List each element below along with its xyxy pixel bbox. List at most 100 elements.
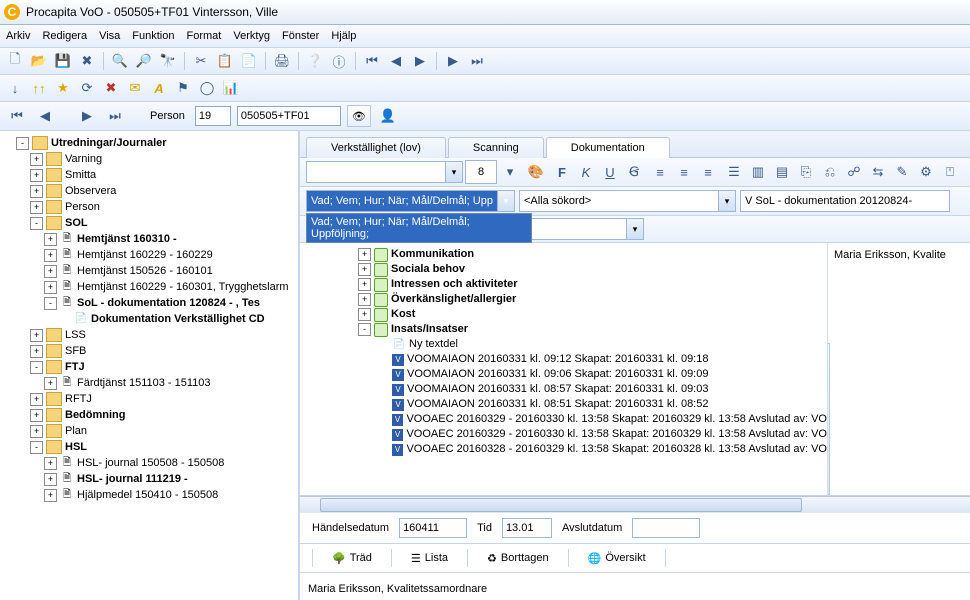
person-id-input[interactable] bbox=[237, 106, 341, 126]
expand-toggle[interactable]: + bbox=[30, 153, 43, 166]
play-icon[interactable]: ▶ bbox=[442, 50, 464, 72]
align-left-icon[interactable]: ≡ bbox=[649, 161, 671, 183]
tree-item-label[interactable]: HSL bbox=[65, 439, 87, 455]
new-icon[interactable]: 🗋 bbox=[4, 50, 26, 72]
info-icon[interactable]: ⓘ bbox=[328, 50, 350, 72]
doc-tree-label[interactable]: VOOMAIAON 20160331 kl. 08:51 Skapat: 201… bbox=[407, 397, 708, 412]
tree-item-label[interactable]: Person bbox=[65, 199, 100, 215]
expand-toggle[interactable]: + bbox=[44, 249, 57, 262]
doc-tree-label[interactable]: Sociala behov bbox=[391, 262, 465, 277]
nav-last-icon[interactable]: ⏭ bbox=[104, 105, 126, 127]
tool-a-icon[interactable]: ▥ bbox=[747, 161, 769, 183]
expand-toggle[interactable]: + bbox=[30, 393, 43, 406]
search-icon[interactable]: 🔍 bbox=[109, 50, 131, 72]
find-icon[interactable]: 🔎 bbox=[133, 50, 155, 72]
tool-i-icon[interactable]: ⍞ bbox=[939, 161, 961, 183]
menu-visa[interactable]: Visa bbox=[99, 30, 120, 42]
doc-tree-label[interactable]: Intressen och aktiviteter bbox=[391, 277, 518, 292]
vsol-combo[interactable]: V SoL - dokumentation 20120824- bbox=[740, 190, 950, 212]
tool-h-icon[interactable]: ⚙ bbox=[915, 161, 937, 183]
expand-toggle[interactable]: + bbox=[30, 185, 43, 198]
tool-b-icon[interactable]: ▤ bbox=[771, 161, 793, 183]
handelse-input[interactable] bbox=[399, 518, 467, 538]
tree-item-label[interactable]: Smitta bbox=[65, 167, 96, 183]
nav-prev-icon[interactable]: ◀ bbox=[34, 105, 56, 127]
expand-toggle[interactable]: + bbox=[44, 473, 57, 486]
vad-combo-option[interactable]: Vad; Vem; Hur; När; Mål/Delmål; Uppföljn… bbox=[307, 214, 531, 242]
expand-toggle[interactable]: + bbox=[44, 281, 57, 294]
vad-combo[interactable]: Vad; Vem; Hur; När; Mål/Delmål; Upp ▾ bbox=[306, 190, 515, 212]
horizontal-scrollbar[interactable] bbox=[300, 496, 970, 513]
view-lista-button[interactable]: ☰Lista bbox=[400, 548, 459, 569]
help-icon[interactable]: ❔ bbox=[304, 50, 326, 72]
nav-first-icon[interactable]: ⏮ bbox=[6, 105, 28, 127]
doc-tree-label[interactable]: VOOMAIAON 20160331 kl. 09:12 Skapat: 201… bbox=[407, 352, 708, 367]
doc-tree-label[interactable]: Insats/Insatser bbox=[391, 322, 468, 337]
delete-icon[interactable]: ✖ bbox=[76, 50, 98, 72]
arrow-down-icon[interactable]: ↓ bbox=[4, 77, 26, 99]
person-view-icon[interactable]: 👁 bbox=[347, 105, 371, 127]
italic-icon[interactable]: K bbox=[575, 161, 597, 183]
list-icon[interactable]: ☰ bbox=[723, 161, 745, 183]
tool-f-icon[interactable]: ⇆ bbox=[867, 161, 889, 183]
print-icon[interactable]: 🖨 bbox=[271, 50, 293, 72]
font-size-input[interactable] bbox=[465, 160, 497, 184]
menu-funktion[interactable]: Funktion bbox=[132, 30, 174, 42]
tree-item-label[interactable]: Hemtjänst 150526 - 160101 bbox=[77, 263, 213, 279]
copy-icon[interactable]: 📋 bbox=[214, 50, 236, 72]
tab-scanning[interactable]: Scanning bbox=[448, 137, 544, 158]
x-icon[interactable]: ✖ bbox=[100, 77, 122, 99]
tree-item-label[interactable]: SOL bbox=[65, 215, 88, 231]
font-icon[interactable]: A bbox=[148, 77, 170, 99]
expand-toggle[interactable]: + bbox=[30, 425, 43, 438]
doc-tree-label[interactable]: Överkänslighet/allergier bbox=[391, 292, 516, 307]
star-icon[interactable]: ★ bbox=[52, 77, 74, 99]
tree-item-label[interactable]: Hemtjänst 160310 - bbox=[77, 231, 177, 247]
mail-icon[interactable]: ✉ bbox=[124, 77, 146, 99]
tree-item-label[interactable]: Bedömning bbox=[65, 407, 126, 423]
tool-c-icon[interactable]: ⎘ bbox=[795, 161, 817, 183]
tree-item-label[interactable]: Hjälpmedel 150410 - 150508 bbox=[77, 487, 218, 503]
expand-toggle[interactable]: + bbox=[44, 457, 57, 470]
alla-sokord-combo[interactable]: <Alla sökord>▾ bbox=[519, 190, 736, 212]
tool-g-icon[interactable]: ✎ bbox=[891, 161, 913, 183]
save-icon[interactable]: 💾 bbox=[52, 50, 74, 72]
menu-fonster[interactable]: Fönster bbox=[282, 30, 319, 42]
expand-toggle[interactable]: + bbox=[358, 263, 371, 276]
tree-item-label[interactable]: Hemtjänst 160229 - 160301, Trygghetslarm bbox=[77, 279, 289, 295]
expand-toggle[interactable]: + bbox=[44, 489, 57, 502]
expand-toggle[interactable]: + bbox=[30, 169, 43, 182]
first-icon[interactable]: ⏮ bbox=[361, 50, 383, 72]
expand-toggle[interactable]: + bbox=[30, 345, 43, 358]
tool-d-icon[interactable]: ⎌ bbox=[819, 161, 841, 183]
left-navigation-tree[interactable]: -Utredningar/Journaler+Varning+Smitta+Ob… bbox=[0, 131, 300, 600]
expand-toggle[interactable]: - bbox=[30, 217, 43, 230]
arrow-up-icon[interactable]: ↑↑ bbox=[28, 77, 50, 99]
expand-toggle[interactable]: + bbox=[44, 265, 57, 278]
align-center-icon[interactable]: ≡ bbox=[673, 161, 695, 183]
vertical-scrollbar[interactable] bbox=[827, 343, 830, 495]
menu-format[interactable]: Format bbox=[187, 30, 222, 42]
expand-toggle[interactable]: - bbox=[30, 441, 43, 454]
tree-item-label[interactable]: Hemtjänst 160229 - 160229 bbox=[77, 247, 213, 263]
menu-redigera[interactable]: Redigera bbox=[42, 30, 87, 42]
underline-icon[interactable]: U bbox=[599, 161, 621, 183]
tree-item-label[interactable]: Observera bbox=[65, 183, 116, 199]
menu-arkiv[interactable]: Arkiv bbox=[6, 30, 30, 42]
expand-toggle[interactable]: + bbox=[44, 377, 57, 390]
doc-tree-label[interactable]: VOOMAIAON 20160331 kl. 09:06 Skapat: 201… bbox=[407, 367, 708, 382]
prev-icon[interactable]: ◀ bbox=[385, 50, 407, 72]
expand-toggle[interactable]: + bbox=[358, 293, 371, 306]
expand-toggle[interactable]: - bbox=[30, 361, 43, 374]
doc-tree-label[interactable]: Kommunikation bbox=[391, 247, 474, 262]
strike-icon[interactable]: Ꞡ bbox=[623, 161, 645, 183]
view-borttagen-button[interactable]: ♻Borttagen bbox=[476, 548, 560, 569]
person-user-icon[interactable]: 👤 bbox=[377, 105, 399, 127]
doc-tree-label[interactable]: VOOAEC 20160329 - 20160330 kl. 13:58 Ska… bbox=[406, 427, 827, 442]
tool-e-icon[interactable]: ☍ bbox=[843, 161, 865, 183]
font-family-combo[interactable]: ▾ bbox=[306, 161, 463, 183]
tree-item-label[interactable]: RFTJ bbox=[65, 391, 92, 407]
tree-item-label[interactable]: HSL- journal 111219 - bbox=[77, 471, 188, 487]
avslut-input[interactable] bbox=[632, 518, 700, 538]
tree-item-label[interactable]: Plan bbox=[65, 423, 87, 439]
